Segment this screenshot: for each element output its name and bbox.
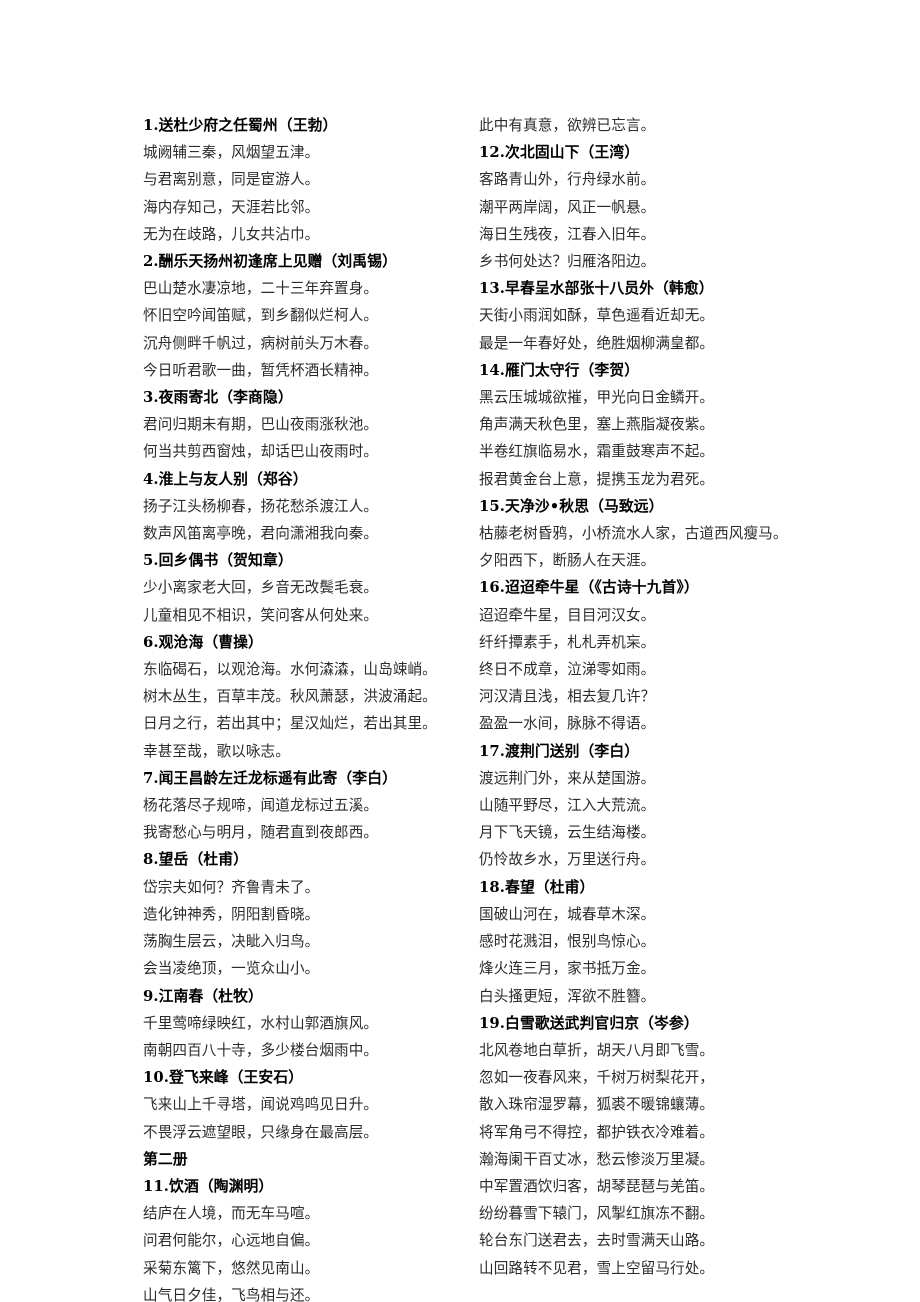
- poem-verse-line: 千里莺啼绿映红，水村山郭酒旗风。: [143, 1014, 379, 1032]
- poem-verse-line: 采菊东篱下，悠然见南山。: [143, 1259, 320, 1277]
- poem-verse-line: 山气日夕佳，飞鸟相与还。: [143, 1286, 320, 1302]
- poem-title: 3.夜雨寄北（李商隐）: [143, 389, 293, 407]
- poem-title: 14.雁门太守行（李贺）: [479, 361, 640, 379]
- poem-verse-line: 角声满天秋色里，塞上燕脂凝夜紫。: [479, 416, 715, 434]
- poem-verse-line: 何当共剪西窗烛，却话巴山夜雨时。: [143, 443, 379, 461]
- poem-verse-line: 今日听君歌一曲，暂凭杯酒长精神。: [143, 361, 379, 379]
- poem-verse-line: 岱宗夫如何？齐鲁青未了。: [143, 878, 320, 896]
- poem-verse-line: 我寄愁心与明月，随君直到夜郎西。: [143, 824, 379, 842]
- poem-title: 7.闻王昌龄左迁龙标遥有此寄（李白）: [143, 769, 397, 787]
- poem-verse-line: 渡远荆门外，来从楚国游。: [479, 769, 656, 787]
- poem-verse-line: 与君离别意，同是宦游人。: [143, 171, 320, 189]
- poem-verse-line: 中军置酒饮归客，胡琴琵琶与羌笛。: [479, 1177, 715, 1195]
- right-column: 此中有真意，欲辨已忘言。 12.次北固山下（王湾） 客路青山外，行舟绿水前。 潮平两岸…: [479, 112, 909, 1282]
- poem-verse-line: 感时花溅泪，恨别鸟惊心。: [479, 933, 656, 951]
- poem-verse-line: 结庐在人境，而无车马喧。: [143, 1205, 320, 1223]
- poem-verse-line: 纷纷暮雪下辕门，风掣红旗冻不翻。: [479, 1205, 715, 1223]
- poem-verse-line: 白头搔更短，浑欲不胜簪。: [479, 987, 656, 1005]
- poem-verse-line: 枯藤老树昏鸦，小桥流水人家，古道西风瘦马。: [479, 525, 788, 543]
- poem-verse-line: 山回路转不见君，雪上空留马行处。: [479, 1259, 715, 1277]
- poem-verse-line: 客路青山外，行舟绿水前。: [479, 171, 656, 189]
- poem-verse-line: 夕阳西下，断肠人在天涯。: [479, 552, 656, 570]
- poem-verse-line: 河汉清且浅，相去复几许？: [479, 688, 656, 706]
- poem-verse-line: 少小离家老大回，乡音无改鬓毛衰。: [143, 579, 379, 597]
- poem-verse-line: 最是一年春好处，绝胜烟柳满皇都。: [479, 334, 715, 352]
- poem-verse-line: 怀旧空吟闻笛赋，到乡翻似烂柯人。: [143, 307, 379, 325]
- poem-verse-line: 数声风笛离亭晚，君向潇湘我向秦。: [143, 525, 379, 543]
- poem-title: 6.观沧海（曹操）: [143, 633, 263, 651]
- poem-verse-line: 海日生残夜，江春入旧年。: [479, 225, 656, 243]
- poem-verse-line: 飞来山上千寻塔，闻说鸡鸣见日升。: [143, 1096, 379, 1114]
- poem-verse-line: 瀚海阑干百丈冰，愁云惨淡万里凝。: [479, 1150, 715, 1168]
- poem-verse-line: 乡书何处达？归雁洛阳边。: [479, 253, 656, 271]
- poem-verse-line: 仍怜故乡水，万里送行舟。: [479, 851, 656, 869]
- poem-verse-line: 轮台东门送君去，去时雪满天山路。: [479, 1232, 715, 1250]
- poem-verse-line: 报君黄金台上意，提携玉龙为君死。: [479, 470, 715, 488]
- poem-title: 11.饮酒（陶渊明）: [143, 1177, 274, 1195]
- poem-verse-line: 月下飞天镜，云生结海楼。: [479, 824, 656, 842]
- poem-verse-line: 荡胸生层云，决眦入归鸟。: [143, 933, 320, 951]
- poem-title: 13.早春呈水部张十八员外（韩愈）: [479, 280, 714, 298]
- poem-verse-line: 半卷红旗临易水，霜重鼓寒声不起。: [479, 443, 715, 461]
- poem-verse-line: 山随平野尽，江入大荒流。: [479, 797, 656, 815]
- poem-verse-line: 东临碣石，以观沧海。水何潹潹，山岛竦峭。: [143, 661, 437, 679]
- poem-title: 10.登飞来峰（王安石）: [143, 1069, 304, 1087]
- two-column-layout: 1.送杜少府之任蜀州（王勃） 城阙辅三秦，风烟望五津。 与君离别意，同是宦游人。 海内…: [0, 112, 920, 1302]
- poem-verse-line: 纤纤撢素手，札札弄机杗。: [479, 633, 656, 651]
- poem-title: 8.望岳（杜甫）: [143, 851, 249, 869]
- poem-verse-line: 儿童相见不相识，笑问客从何处来。: [143, 606, 379, 624]
- poem-verse-line: 终日不成章，泣涕零如雨。: [479, 661, 656, 679]
- poem-verse-line: 日月之行，若出其中；星汉灿烂，若出其里。: [143, 715, 437, 733]
- poem-verse-line: 不畏浮云遮望眼，只缘身在最高层。: [143, 1123, 379, 1141]
- poem-verse-line: 无为在歧路，儿女共沾巾。: [143, 225, 320, 243]
- poem-title: 5.回乡偶书（贺知章）: [143, 552, 293, 570]
- poem-verse-line: 扬子江头杨柳春，扬花愁杀渡江人。: [143, 497, 379, 515]
- poem-title: 16.迢迢牵牛星（《古诗十九首》）: [479, 579, 699, 597]
- poem-title: 17.渡荆门送别（李白）: [479, 742, 640, 760]
- poem-verse-line: 烽火连三月，家书抵万金。: [479, 960, 656, 978]
- poem-verse-line: 问君何能尔，心远地自偏。: [143, 1232, 320, 1250]
- document-page: 1.送杜少府之任蜀州（王勃） 城阙辅三秦，风烟望五津。 与君离别意，同是宦游人。 海内…: [0, 0, 920, 1302]
- poem-verse-line: 天街小雨润如酥，草色遥看近却无。: [479, 307, 715, 325]
- poem-title: 9.江南春（杜牧）: [143, 987, 263, 1005]
- poem-verse-line: 沉舟侧畔千帆过，病树前头万木春。: [143, 334, 379, 352]
- poem-verse-line: 迢迢牵牛星，目目河汉女。: [479, 606, 656, 624]
- poem-verse-line: 会当凌绝顶，一览众山小。: [143, 960, 320, 978]
- poem-title: 15.天净沙•秋思（马致远）: [479, 497, 664, 515]
- poem-verse-line: 忽如一夜春风来，千树万树梨花开，: [479, 1069, 715, 1087]
- poem-verse-line: 潮平两岸阔，风正一帆悬。: [479, 198, 656, 216]
- poem-title: 19.白雪歌送武判官归京（岑参）: [479, 1014, 699, 1032]
- poem-verse-line: 幸甚至哉，歌以咏志。: [143, 742, 290, 760]
- poem-verse-line: 黑云压城城欲摧，甲光向日金鳞开。: [479, 389, 715, 407]
- left-column: 1.送杜少府之任蜀州（王勃） 城阙辅三秦，风烟望五津。 与君离别意，同是宦游人。 海内…: [143, 112, 479, 1302]
- poem-verse-line: 造化钟神秀，阴阳割昏晓。: [143, 905, 320, 923]
- poem-verse-line: 将军角弓不得控，都护铁衣冷难着。: [479, 1123, 715, 1141]
- poem-title: 18.春望（杜甫）: [479, 878, 595, 896]
- poem-verse-line: 国破山河在，城春草木深。: [479, 905, 656, 923]
- poem-title: 1.送杜少府之任蜀州（王勃）: [143, 117, 338, 134]
- poem-verse-line: 海内存知己，天涯若比邻。: [143, 198, 320, 216]
- poem-title: 2.酬乐天扬州初逢席上见赠（刘禹锡）: [143, 253, 397, 271]
- poem-title: 12.次北固山下（王湾）: [479, 144, 640, 162]
- poem-verse-line: 君问归期未有期，巴山夜雨涨秋池。: [143, 416, 379, 434]
- poem-title: 4.淮上与友人别（郑谷）: [143, 470, 308, 488]
- poem-verse-line: 散入珠帘湿罗幕，狐裘不暖锦蠰薄。: [479, 1096, 715, 1114]
- poem-title: 第二册: [143, 1150, 188, 1168]
- poem-verse-line: 杨花落尽子规啼，闻道龙标过五溪。: [143, 797, 379, 815]
- poem-verse-line: 城阙辅三秦，风烟望五津。: [143, 144, 320, 162]
- poem-verse-line: 北风卷地白草折，胡天八月即飞雪。: [479, 1041, 715, 1059]
- poem-verse-line: 盈盈一水间，脉脉不得语。: [479, 715, 656, 733]
- poem-verse-line: 此中有真意，欲辨已忘言。: [479, 117, 656, 134]
- poem-verse-line: 树木丛生，百草丰茂。秋风萧瑟，洪波涌起。: [143, 688, 437, 706]
- poem-verse-line: 南朝四百八十寺，多少楼台烟雨中。: [143, 1041, 379, 1059]
- poem-verse-line: 巴山楚水凄凉地，二十三年弃置身。: [143, 280, 379, 298]
